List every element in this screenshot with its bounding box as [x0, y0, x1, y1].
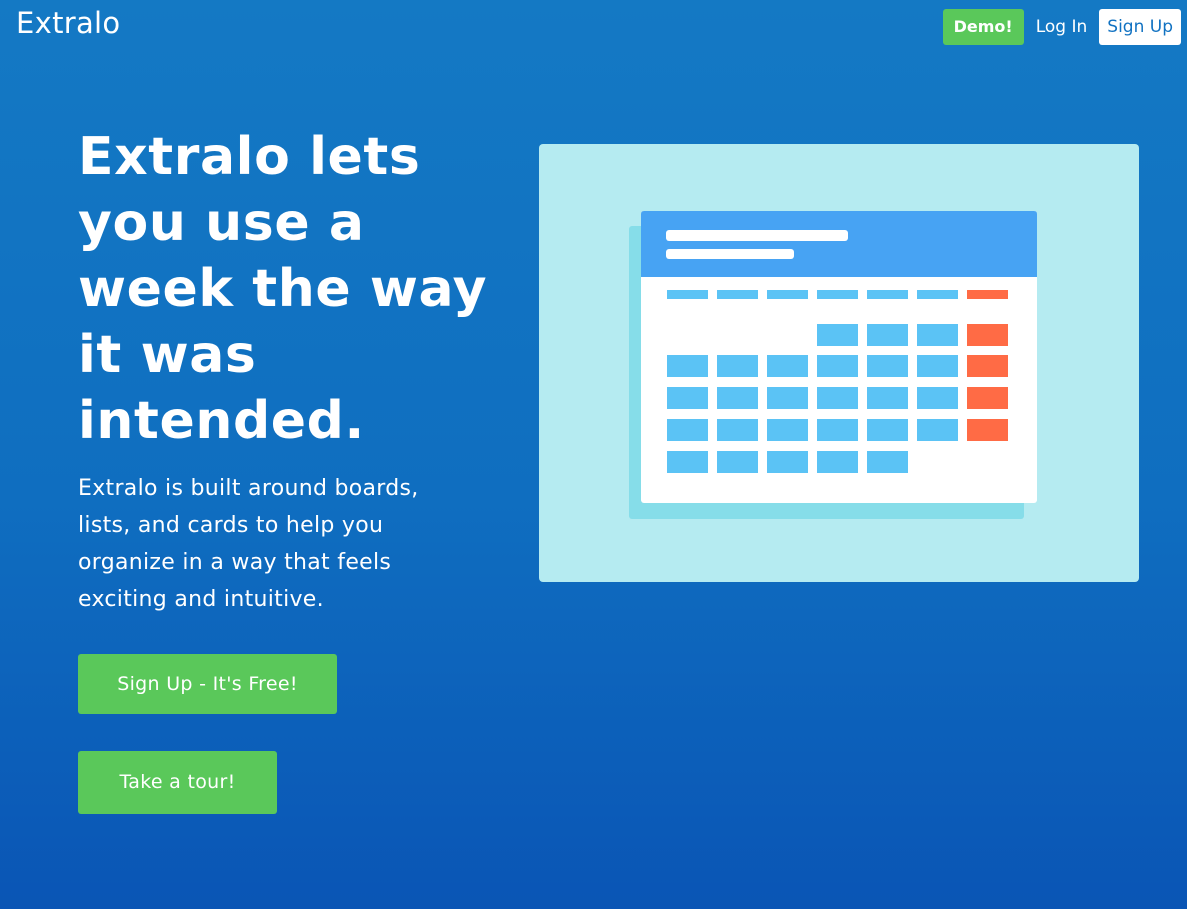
calendar-header [641, 211, 1037, 277]
top-navbar: Extralo Demo! Log In Sign Up [0, 0, 1187, 52]
calendar-subtitle-line [666, 249, 794, 259]
login-link[interactable]: Log In [1024, 9, 1100, 45]
take-tour-button[interactable]: Take a tour! [78, 751, 277, 814]
calendar-week-2 [667, 355, 1008, 377]
weekday-row [667, 290, 1008, 299]
nav-actions: Demo! Log In Sign Up [942, 9, 1181, 45]
calendar-icon [629, 211, 1037, 519]
signup-button[interactable]: Sign Up [1099, 9, 1181, 45]
hero-subtitle: Extralo is built around boards, lists, a… [78, 476, 419, 612]
calendar-week-3 [667, 387, 1008, 409]
hero-title: Extralo lets you use a week the way it w… [78, 127, 488, 451]
calendar-illustration [539, 144, 1139, 582]
demo-button[interactable]: Demo! [942, 9, 1024, 45]
calendar-title-line [666, 230, 848, 241]
signup-free-button[interactable]: Sign Up - It's Free! [78, 654, 337, 714]
calendar-week-5 [667, 451, 908, 473]
logo[interactable]: Extralo [16, 6, 120, 40]
calendar-week-4 [667, 419, 1008, 441]
